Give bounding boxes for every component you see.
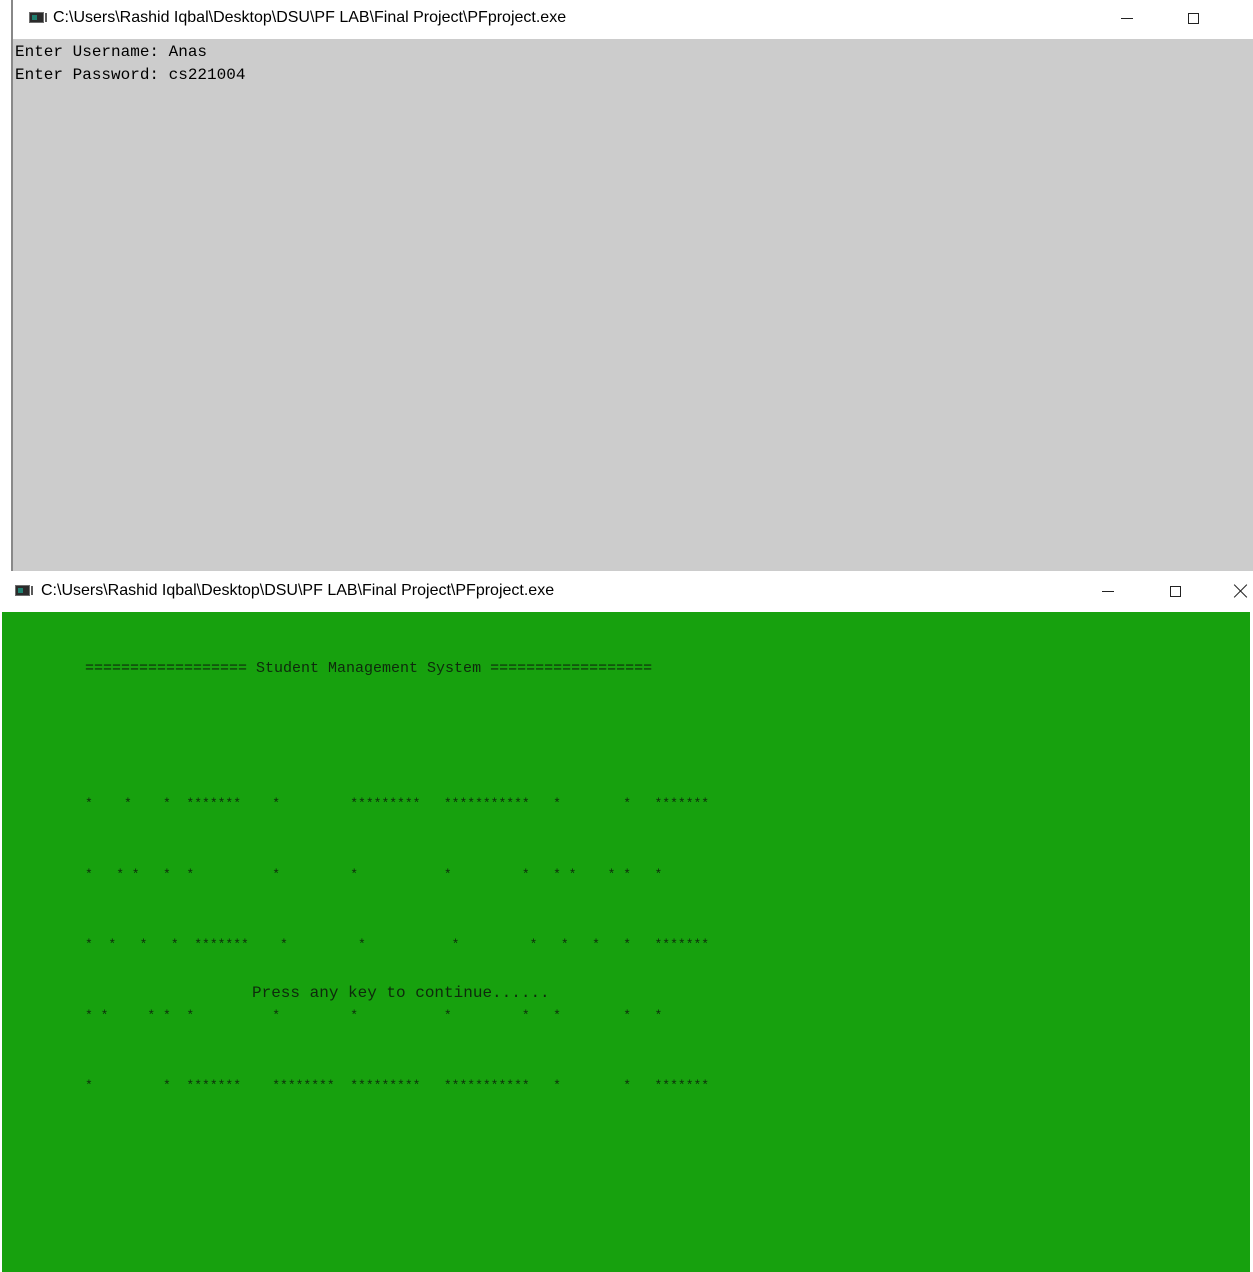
console-window-login: C:\Users\Rashid Iqbal\Desktop\DSU\PF LAB… (0, 0, 1253, 571)
console-output[interactable]: ================== Student Management Sy… (2, 612, 1250, 1272)
username-prompt-line: Enter Username: Anas (15, 43, 208, 61)
close-icon (1234, 584, 1248, 598)
window-title: C:\Users\Rashid Iqbal\Desktop\DSU\PF LAB… (41, 582, 555, 599)
maximize-icon (1169, 585, 1181, 597)
welcome-ascii-art: * * * ******* * ********* *********** * … (85, 745, 709, 1145)
ascii-art-line: * * * * * * * * * * * * * * (85, 866, 663, 882)
title-bar[interactable]: C:\Users\Rashid Iqbal\Desktop\DSU\PF LAB… (0, 0, 1253, 39)
console-app-icon[interactable] (15, 585, 33, 596)
console-output[interactable]: Enter Username: Anas Enter Password: cs2… (11, 39, 1253, 571)
ascii-art-line: * * * * * * * * * * * * (85, 1007, 663, 1023)
window-frame-edge (11, 0, 13, 39)
system-banner: ================== Student Management Sy… (85, 660, 653, 677)
console-app-icon[interactable] (29, 12, 47, 23)
window-title: C:\Users\Rashid Iqbal\Desktop\DSU\PF LAB… (53, 9, 567, 26)
continue-prompt: Press any key to continue...... (252, 984, 550, 1002)
maximize-button[interactable] (1170, 3, 1216, 33)
close-button[interactable] (1218, 576, 1253, 606)
maximize-button[interactable] (1152, 576, 1198, 606)
console-window-welcome: C:\Users\Rashid Iqbal\Desktop\DSU\PF LAB… (0, 571, 1253, 1272)
password-prompt-line: Enter Password: cs221004 (15, 66, 246, 84)
minimize-icon (1102, 590, 1114, 592)
minimize-icon (1121, 17, 1133, 19)
minimize-button[interactable] (1085, 576, 1131, 606)
ascii-art-line: * * * * ******* * * * * * * * ******* (85, 937, 710, 952)
ascii-art-line: * * * ******* * ********* *********** * … (85, 796, 710, 811)
ascii-art-line: * * ******* ******** ********* *********… (85, 1078, 710, 1093)
title-bar[interactable]: C:\Users\Rashid Iqbal\Desktop\DSU\PF LAB… (0, 571, 1253, 612)
minimize-button[interactable] (1104, 3, 1150, 33)
maximize-icon (1187, 12, 1199, 24)
